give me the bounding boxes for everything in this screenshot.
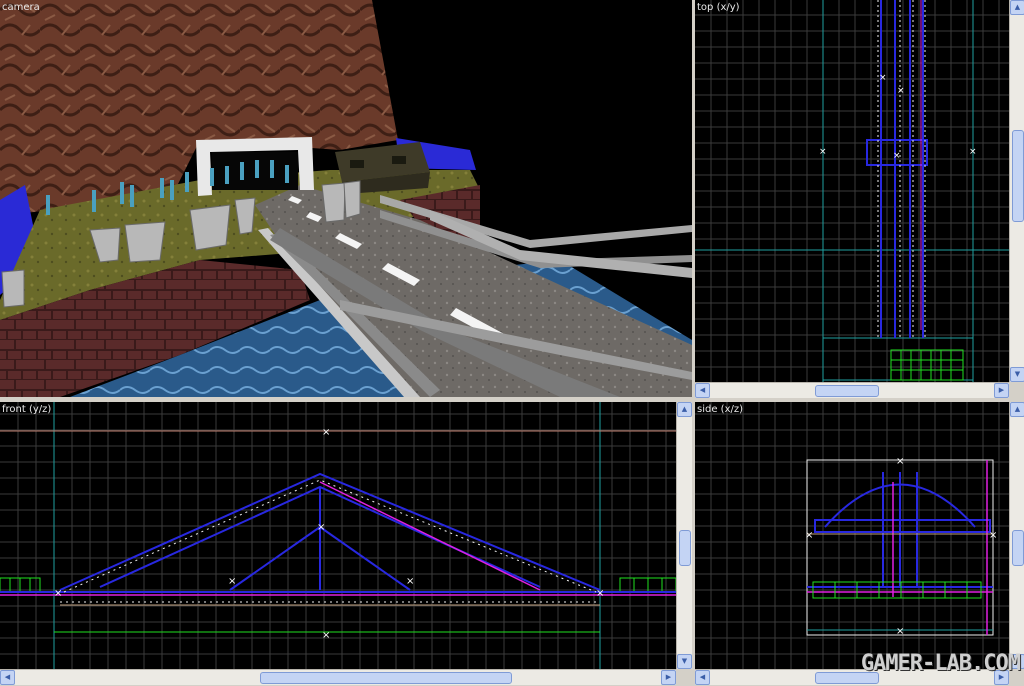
front-viewport-scroll-corner [676, 669, 691, 684]
watermark-text: GAMER-LAB.COM [860, 651, 1021, 676]
top-viewport[interactable]: top (x/y) × × × × × [695, 0, 1009, 382]
scroll-left-icon[interactable]: ◀ [695, 670, 710, 685]
scroll-right-icon[interactable]: ▶ [994, 383, 1009, 398]
svg-text:×: × [596, 588, 604, 599]
top-view-grid: × × × × × [695, 0, 1009, 382]
svg-text:×: × [989, 530, 997, 541]
svg-text:×: × [406, 576, 414, 587]
front-viewport-label: front (y/z) [2, 404, 52, 415]
front-viewport-vscroll-thumb[interactable] [679, 530, 691, 566]
top-viewport-vscroll-thumb[interactable] [1012, 130, 1024, 222]
front-viewport-vertical-scrollbar[interactable]: ▲ ▼ [676, 402, 692, 669]
top-viewport-label: top (x/y) [697, 2, 740, 13]
scroll-up-icon[interactable]: ▲ [1010, 0, 1024, 15]
top-viewport-hscroll-thumb[interactable] [815, 385, 879, 397]
side-viewport[interactable]: side (x/z) × × × × [695, 402, 1009, 669]
svg-text:×: × [879, 73, 887, 83]
scroll-up-icon[interactable]: ▲ [1010, 402, 1024, 417]
svg-text:×: × [54, 588, 62, 599]
scroll-down-icon[interactable]: ▼ [1010, 367, 1024, 382]
scroll-right-icon[interactable]: ▶ [661, 670, 676, 685]
svg-text:×: × [896, 456, 904, 467]
top-viewport-scroll-corner [1009, 382, 1024, 397]
svg-text:×: × [819, 147, 827, 157]
scroll-left-icon[interactable]: ◀ [0, 670, 15, 685]
front-view-grid: × × × × × × × [0, 402, 676, 669]
top-viewport-horizontal-scrollbar[interactable]: ◀ ▶ [695, 382, 1009, 398]
svg-text:×: × [897, 86, 905, 96]
svg-text:×: × [969, 147, 977, 157]
side-viewport-label: side (x/z) [697, 404, 744, 415]
camera-render [0, 0, 692, 397]
svg-text:×: × [322, 427, 330, 438]
scroll-down-icon[interactable]: ▼ [677, 654, 692, 669]
svg-text:×: × [805, 530, 813, 541]
scroll-up-icon[interactable]: ▲ [677, 402, 692, 417]
top-viewport-vertical-scrollbar[interactable]: ▲ ▼ [1009, 0, 1024, 382]
svg-text:×: × [228, 576, 236, 587]
svg-text:×: × [893, 151, 901, 161]
scroll-left-icon[interactable]: ◀ [695, 383, 710, 398]
front-viewport-horizontal-scrollbar[interactable]: ◀ ▶ [0, 669, 676, 685]
side-viewport-vscroll-thumb[interactable] [1012, 530, 1024, 566]
svg-text:×: × [317, 522, 325, 533]
front-viewport[interactable]: front (y/z) × × × × × × × [0, 402, 676, 669]
side-view-grid: × × × × [695, 402, 1009, 669]
camera-viewport[interactable]: camera [0, 0, 692, 397]
svg-text:×: × [322, 630, 330, 641]
front-viewport-hscroll-thumb[interactable] [260, 672, 512, 684]
side-viewport-vertical-scrollbar[interactable]: ▲ ▼ [1009, 402, 1024, 669]
svg-text:×: × [896, 626, 904, 637]
camera-viewport-label: camera [2, 2, 40, 13]
